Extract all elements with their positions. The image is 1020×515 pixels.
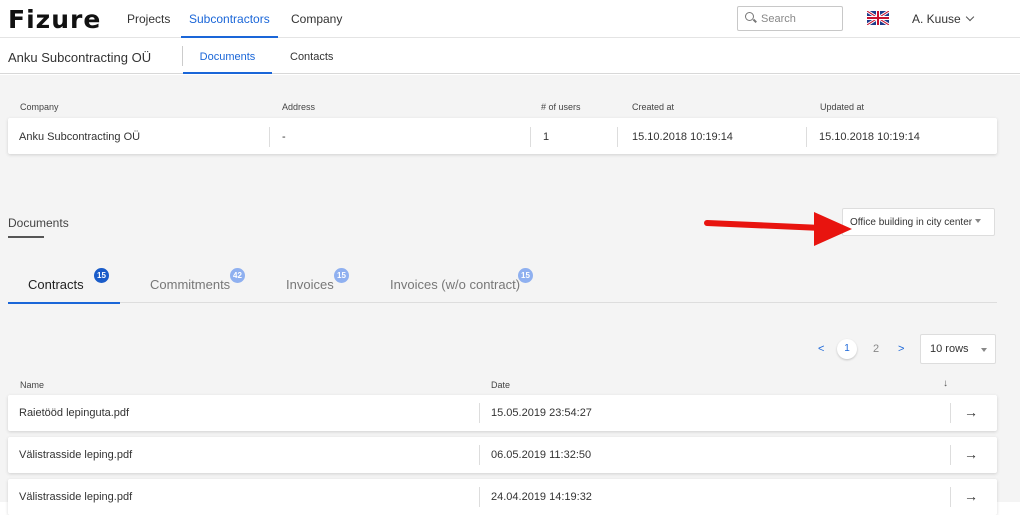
nav-company[interactable]: Company <box>291 0 342 38</box>
project-select-value: Office building in city center <box>850 217 973 228</box>
col-header-created: Created at <box>632 102 675 112</box>
tab-invoices-wo-badge: 15 <box>518 268 533 283</box>
divider <box>617 127 618 147</box>
company-info-row: Anku Subcontracting OÜ - 1 15.10.2018 10… <box>8 118 997 154</box>
document-name: Raietööd lepinguta.pdf <box>19 407 130 419</box>
prev-page-button[interactable]: < <box>818 343 824 355</box>
subcontractor-title: Anku Subcontracting OÜ <box>8 50 152 65</box>
caret-down-icon <box>981 348 987 352</box>
tab-invoices-wo-label: Invoices (w/o contract) <box>390 277 521 292</box>
table-row[interactable]: Raietööd lepinguta.pdf 15.05.2019 23:54:… <box>8 395 997 431</box>
divider <box>806 127 807 147</box>
document-type-tabs: Contracts 15 Commitments 42 Invoices 15 … <box>8 265 997 304</box>
tab-contracts[interactable]: Contracts 15 <box>8 265 120 304</box>
table-row[interactable]: Välistrasside leping.pdf 24.04.2019 14:1… <box>8 479 997 515</box>
project-select[interactable]: Office building in city center <box>842 208 995 236</box>
divider <box>530 127 531 147</box>
caret-down-icon <box>975 219 982 223</box>
main-content: Company Address # of users Created at Up… <box>0 75 1020 515</box>
company-address: - <box>282 131 286 143</box>
active-tab-underline <box>8 302 120 304</box>
tab-contracts-label: Contracts <box>28 277 84 292</box>
search-icon <box>745 12 754 21</box>
divider <box>479 445 480 465</box>
divider <box>950 403 951 423</box>
tab-invoices[interactable]: Invoices 15 <box>278 265 358 303</box>
documents-section-title: Documents <box>8 216 69 230</box>
tab-commitments-badge: 42 <box>230 268 245 283</box>
search-placeholder: Search <box>761 13 796 25</box>
user-menu[interactable]: A. Kuuse <box>912 12 974 26</box>
top-navigation-bar: Fizure Projects Subcontractors Company S… <box>0 0 1020 38</box>
nav-projects[interactable]: Projects <box>127 0 170 38</box>
company-name: Anku Subcontracting OÜ <box>19 131 141 143</box>
divider <box>269 127 270 147</box>
sort-arrow-icon[interactable]: ↓ <box>943 378 948 389</box>
tab-documents[interactable]: Documents <box>183 38 272 74</box>
tab-contacts[interactable]: Contacts <box>290 38 333 74</box>
col-header-users: # of users <box>541 102 581 112</box>
page-1-button[interactable]: 1 <box>837 339 857 359</box>
document-name: Välistrasside leping.pdf <box>19 449 133 461</box>
updated-at: 15.10.2018 10:19:14 <box>819 131 920 143</box>
tab-invoices-without-contract[interactable]: Invoices (w/o contract) 15 <box>380 265 540 303</box>
divider <box>950 487 951 507</box>
col-header-address: Address <box>282 102 316 112</box>
divider <box>479 487 480 507</box>
document-date: 24.04.2019 14:19:32 <box>491 491 592 503</box>
chevron-down-icon <box>965 12 974 22</box>
col-header-date[interactable]: Date <box>491 380 510 390</box>
tab-contracts-badge: 15 <box>94 268 109 283</box>
arrow-right-icon[interactable]: → <box>964 404 978 420</box>
next-page-button[interactable]: > <box>898 343 904 355</box>
tab-commitments-label: Commitments <box>150 277 231 292</box>
col-header-company: Company <box>20 102 59 112</box>
tab-invoices-badge: 15 <box>334 268 349 283</box>
rows-per-page-value: 10 rows <box>930 343 969 355</box>
nav-subcontractors[interactable]: Subcontractors <box>181 0 278 38</box>
user-count: 1 <box>543 131 550 143</box>
document-date: 06.05.2019 11:32:50 <box>491 449 592 461</box>
col-header-updated: Updated at <box>820 102 865 112</box>
table-row[interactable]: Välistrasside leping.pdf 06.05.2019 11:3… <box>8 437 997 473</box>
documents-title-underline <box>8 236 44 238</box>
arrow-right-icon[interactable]: → <box>964 446 978 462</box>
app-logo[interactable]: Fizure <box>8 5 101 34</box>
user-name: A. Kuuse <box>912 12 961 26</box>
document-date: 15.05.2019 23:54:27 <box>491 407 592 419</box>
created-at: 15.10.2018 10:19:14 <box>632 131 733 143</box>
divider <box>479 403 480 423</box>
search-input[interactable]: Search <box>737 6 843 31</box>
col-header-name[interactable]: Name <box>20 380 44 390</box>
document-name: Välistrasside leping.pdf <box>19 491 133 503</box>
tab-invoices-label: Invoices <box>286 277 334 292</box>
tab-commitments[interactable]: Commitments 42 <box>143 265 258 303</box>
rows-per-page-select[interactable]: 10 rows <box>920 334 996 364</box>
divider <box>950 445 951 465</box>
subcontractor-header: Anku Subcontracting OÜ Documents Contact… <box>0 38 1020 74</box>
uk-flag-icon[interactable] <box>867 11 889 25</box>
page-2-button[interactable]: 2 <box>873 343 879 355</box>
